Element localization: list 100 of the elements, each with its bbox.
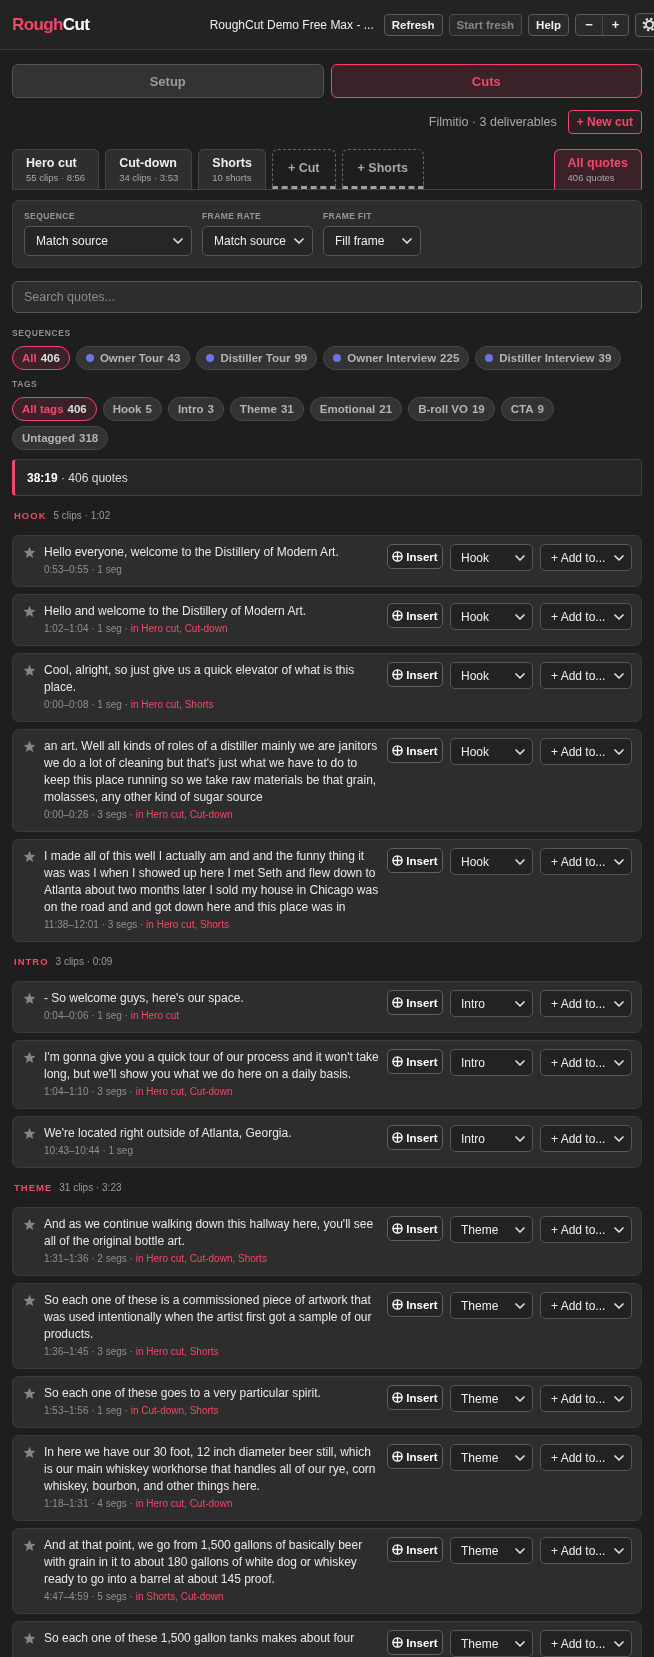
insert-button[interactable]: Insert [387,848,443,873]
star-icon[interactable] [23,605,36,618]
chevron-down-icon [614,554,624,561]
star-icon[interactable] [23,740,36,753]
tag-chip[interactable]: Intro 3 [167,397,224,421]
add-tab-button[interactable]: + Shorts [341,149,424,189]
sequence-chip[interactable]: Distiller Tour 99 [196,346,318,370]
add-to-dropdown[interactable]: + Add to... [540,1049,632,1076]
insert-button[interactable]: Insert [387,1049,443,1074]
insert-button[interactable]: Insert [387,662,443,687]
tag-dropdown[interactable]: Intro [450,1125,533,1152]
section-label: SEQUENCES [12,328,72,338]
tag-dropdown[interactable]: Theme [450,1216,533,1243]
search-field[interactable]: Search quotes... [12,281,642,313]
cut-tab[interactable]: Hero cut 55 clips · 8:56 [12,149,100,189]
tag-dropdown[interactable]: Hook [450,603,533,630]
tag-dropdown[interactable]: Intro [450,1049,533,1076]
star-icon[interactable] [23,992,36,1005]
tag-dropdown[interactable]: Intro [450,990,533,1017]
group-title: HOOK [14,510,47,521]
star-icon[interactable] [23,1127,36,1140]
mode-tab[interactable]: Cuts [330,64,642,98]
settings-dropdown[interactable]: Fill frame [323,226,422,256]
tag-chip[interactable]: All tags 406 [12,397,97,421]
add-to-dropdown[interactable]: + Add to... [540,990,632,1017]
cut-tab[interactable]: Cut-down 34 clips · 3:53 [105,149,193,189]
sequence-chip[interactable]: All 406 [12,346,70,370]
toolbar-button[interactable]: Refresh [383,13,443,36]
plus-circle-icon [392,855,404,866]
tag-dropdown[interactable]: Theme [450,1292,533,1319]
tag-dropdown[interactable]: Theme [450,1537,533,1564]
cut-tab[interactable]: Shorts 10 shorts [198,149,266,189]
star-icon[interactable] [23,1446,36,1459]
star-icon[interactable] [23,546,36,559]
group-meta: 31 clips · 3:23 [59,1182,122,1193]
star-icon[interactable] [23,1294,36,1307]
add-to-dropdown[interactable]: + Add to... [540,1537,632,1564]
tag-chip[interactable]: Untagged 318 [12,426,109,450]
add-to-dropdown[interactable]: + Add to... [540,1630,632,1657]
star-icon[interactable] [23,1218,36,1231]
add-to-dropdown[interactable]: + Add to... [540,662,632,689]
quote-text: And at that point, we go from 1,500 gallons of basically beer with grain in it to about 180 gallons of white dog or whiskey ready to go into a barrel at about 145 proof. [44,1537,364,1588]
tag-chip[interactable]: Emotional 21 [309,397,403,421]
insert-button[interactable]: Insert [387,603,443,628]
settings-dropdown[interactable]: Match source [24,226,192,256]
cut-tab[interactable]: All quotes 406 quotes [553,149,642,189]
insert-button[interactable]: Insert [387,990,443,1015]
mode-tab[interactable]: Setup [12,64,324,98]
star-icon[interactable] [23,1387,36,1400]
section-label: TAGS [12,379,39,389]
tag-dropdown[interactable]: Hook [450,848,533,875]
tag-dropdown[interactable]: Theme [450,1444,533,1471]
insert-button[interactable]: Insert [387,1537,443,1562]
sequence-chip[interactable]: Distiller Interview 39 [475,346,622,370]
tag-chip[interactable]: CTA 9 [500,397,554,421]
quote-meta: 1:04–1:10 · 3 segs · in Hero cut, Cut-down [44,1085,234,1099]
star-icon[interactable] [23,664,36,677]
tag-dropdown[interactable]: Hook [450,662,533,689]
new-cut-button[interactable]: + New cut [567,110,642,134]
insert-button[interactable]: Insert [387,1444,443,1469]
chevron-down-icon [515,748,525,755]
add-to-dropdown[interactable]: + Add to... [540,848,632,875]
add-to-dropdown[interactable]: + Add to... [540,738,632,765]
insert-button[interactable]: Insert [387,1216,443,1241]
zoom-out-button[interactable]: − [576,14,602,35]
star-icon[interactable] [23,850,36,863]
insert-button[interactable]: Insert [387,738,443,763]
quote-meta: 0:53–0:55 · 1 seg [44,563,123,577]
add-to-dropdown[interactable]: + Add to... [540,1216,632,1243]
tag-dropdown[interactable]: Hook [450,738,533,765]
insert-button[interactable]: Insert [387,1292,443,1317]
add-to-dropdown[interactable]: + Add to... [540,603,632,630]
settings-dropdown[interactable]: Match source [202,226,314,256]
insert-button[interactable]: Insert [387,1385,443,1410]
tag-chip[interactable]: Hook 5 [102,397,162,421]
add-to-dropdown[interactable]: + Add to... [540,1125,632,1152]
star-icon[interactable] [23,1632,36,1645]
star-icon[interactable] [23,1539,36,1552]
add-tab-button[interactable]: + Cut [271,149,336,189]
tag-dropdown[interactable]: Theme [450,1630,533,1657]
sequence-chip[interactable]: Owner Interview 225 [323,346,470,370]
chevron-down-icon [515,1059,525,1066]
insert-button[interactable]: Insert [387,1125,443,1150]
zoom-in-button[interactable]: + [602,14,628,35]
settings-button[interactable] [635,12,654,37]
tag-chip[interactable]: Theme 31 [229,397,304,421]
sequence-chip[interactable]: Owner Tour 43 [75,346,191,370]
insert-button[interactable]: Insert [387,1630,443,1655]
tag-dropdown[interactable]: Hook [450,544,533,571]
add-to-dropdown[interactable]: + Add to... [540,1292,632,1319]
tag-chip[interactable]: B-roll VO 19 [408,397,495,421]
tag-dropdown[interactable]: Theme [450,1385,533,1412]
add-to-dropdown[interactable]: + Add to... [540,544,632,571]
add-to-dropdown[interactable]: + Add to... [540,1444,632,1471]
star-icon[interactable] [23,1051,36,1064]
add-to-dropdown[interactable]: + Add to... [540,1385,632,1412]
quote-text: So each one of these 1,500 gallon tanks makes about four [44,1630,356,1647]
plus-circle-icon [392,745,404,756]
toolbar-button[interactable]: Help [528,13,569,36]
insert-button[interactable]: Insert [387,544,443,569]
